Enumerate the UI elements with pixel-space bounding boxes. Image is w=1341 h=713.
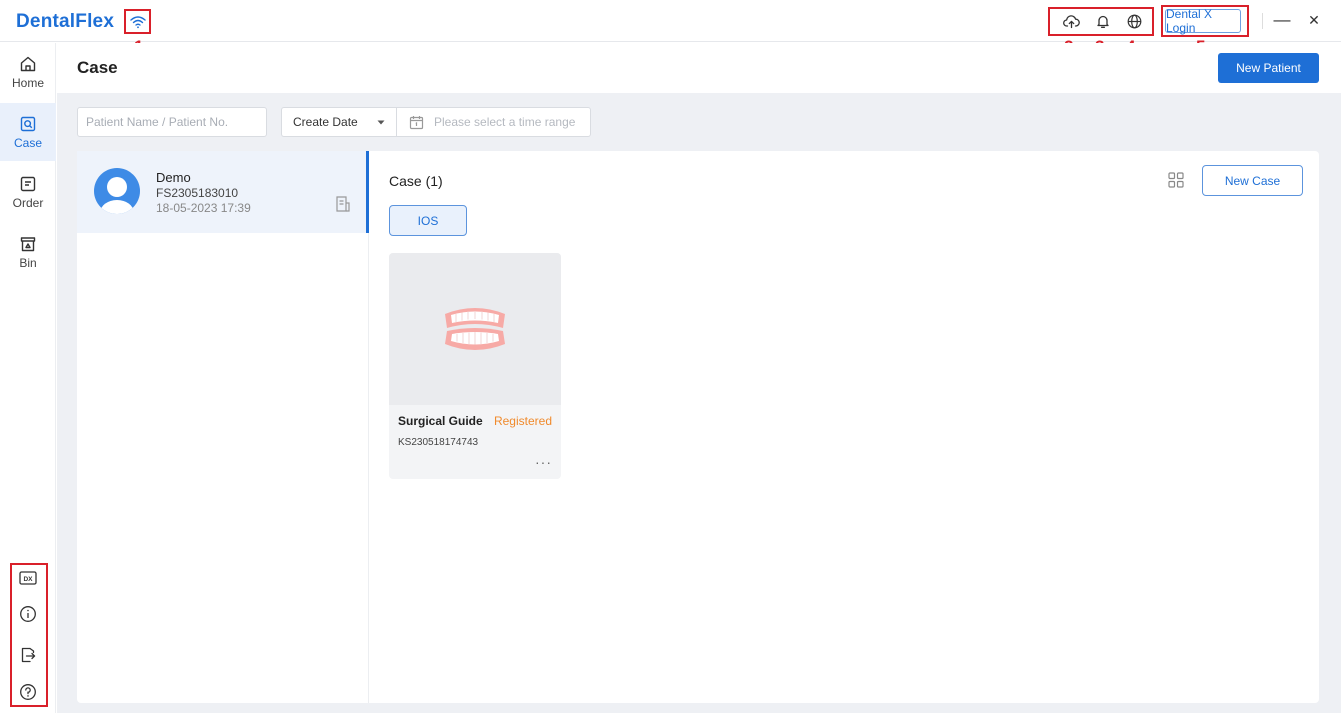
app-logo: DentalFlex	[16, 11, 115, 32]
date-range-placeholder: Please select a time range	[434, 115, 576, 129]
status-badge: Registered	[493, 414, 552, 428]
sidebar-item-label: Home	[11, 75, 44, 90]
sidebar-item-label: Bin	[19, 255, 37, 270]
highlight-box-1	[124, 9, 151, 34]
sidebar-item-case[interactable]: Case	[0, 103, 56, 161]
patient-date: 18-05-2023 17:39	[156, 201, 251, 215]
sidebar-item-label: Case	[13, 135, 42, 150]
sidebar-item-order[interactable]: Order	[0, 163, 56, 221]
more-options-button[interactable]: ···	[535, 454, 552, 470]
date-type-select-value: Create Date	[293, 115, 358, 129]
close-button[interactable]: ✕	[1303, 9, 1325, 31]
date-range-picker[interactable]: Please select a time range	[396, 107, 591, 137]
new-patient-button[interactable]: New Patient	[1218, 53, 1319, 83]
case-area: Case (1) IOS New Case Surgical Guide Reg…	[389, 151, 1319, 703]
patient-name: Demo	[156, 170, 191, 185]
caret-down-icon	[377, 120, 385, 124]
title-bar: DentalFlex Dental X Login — ✕	[0, 0, 1341, 42]
case-number: KS230518174743	[398, 437, 479, 448]
ios-tag-button[interactable]: IOS	[389, 205, 467, 236]
patient-list: Demo FS2305183010 18-05-2023 17:39	[77, 151, 369, 703]
patient-row[interactable]: Demo FS2305183010 18-05-2023 17:39	[77, 151, 369, 233]
case-search-icon	[20, 116, 36, 131]
grid-view-icon[interactable]	[1167, 171, 1185, 189]
highlight-box-2-4	[1048, 7, 1154, 36]
patient-search-input[interactable]: Patient Name / Patient No.	[77, 107, 267, 137]
titlebar-divider	[1262, 13, 1263, 29]
sidebar-item-bin[interactable]: Bin	[0, 223, 56, 281]
new-case-button[interactable]: New Case	[1202, 165, 1303, 196]
case-name: Surgical Guide	[398, 414, 483, 428]
page-header: Case New Patient	[57, 43, 1341, 93]
document-icon[interactable]	[335, 195, 351, 213]
patient-number: FS2305183010	[156, 186, 239, 200]
home-icon	[20, 56, 36, 71]
content-panel: Demo FS2305183010 18-05-2023 17:39 Case …	[77, 151, 1319, 703]
date-type-select[interactable]: Create Date	[281, 107, 396, 137]
bin-icon	[20, 236, 36, 251]
main-content: Case New Patient Patient Name / Patient …	[57, 43, 1341, 713]
minimize-button[interactable]: —	[1271, 9, 1293, 31]
teeth-icon	[445, 308, 505, 350]
calendar-icon	[409, 115, 424, 129]
avatar	[94, 168, 140, 214]
highlight-box-6-9	[10, 563, 48, 707]
case-thumbnail	[389, 253, 561, 405]
case-card[interactable]: Surgical Guide Registered KS230518174743…	[389, 253, 561, 479]
sidebar-item-label: Order	[12, 195, 44, 210]
page-title: Case	[77, 58, 118, 77]
sidebar-item-home[interactable]: Home	[0, 43, 56, 101]
case-count-title: Case (1)	[389, 173, 443, 189]
order-icon	[20, 176, 36, 191]
highlight-box-5	[1161, 5, 1249, 37]
